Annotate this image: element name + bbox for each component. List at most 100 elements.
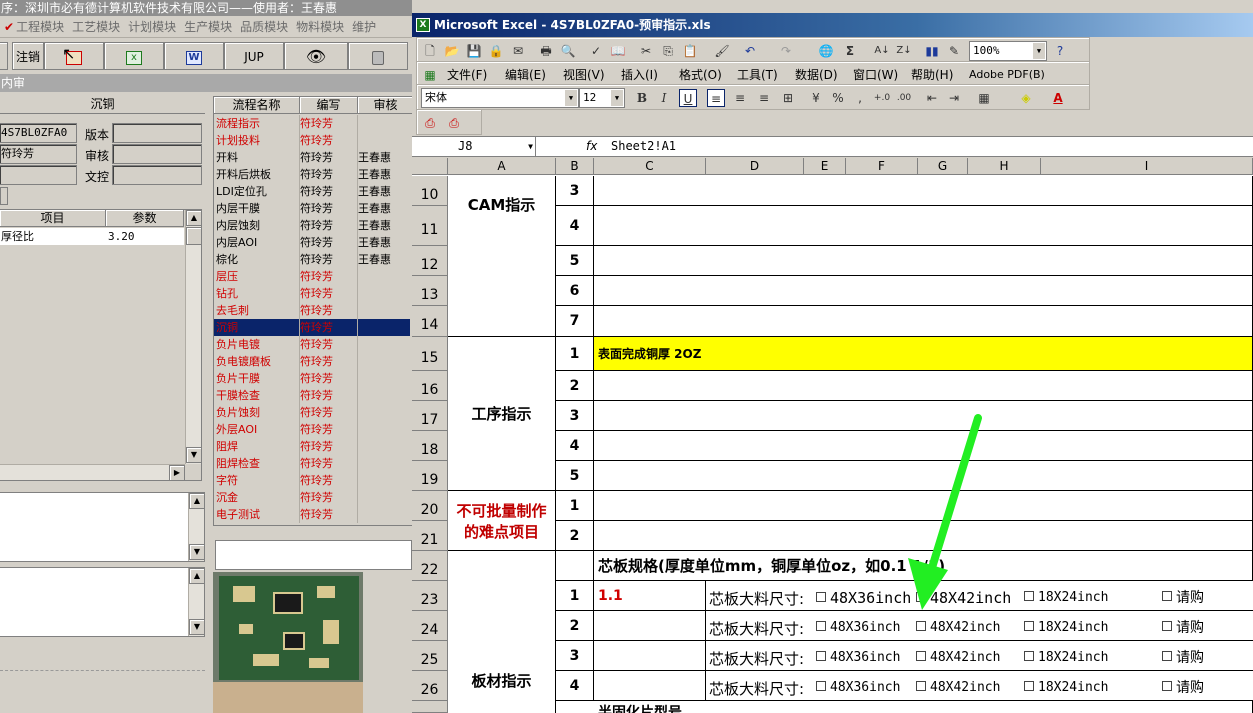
row-header-20[interactable]: 20 [412,491,448,521]
cell-b15[interactable]: 1 [556,337,594,371]
flow-row[interactable]: 阻焊 符玲芳 [214,438,410,455]
flow-row[interactable]: 内层干膜 符玲芳 王春惠 [214,200,410,217]
document-field[interactable] [112,165,202,185]
core-option-2[interactable]: 18X24inch [1024,581,1108,615]
code-field[interactable]: 4S7BL0ZFA0 [0,123,77,143]
cell-b26[interactable]: 4 [556,671,594,701]
notes-panel[interactable]: ▲ ▼ [0,492,205,562]
group-difficult[interactable]: 不可批量制作的难点项目 [448,491,556,551]
flow-row[interactable]: 负片电镀 符玲芳 [214,336,410,353]
pdf-email-icon[interactable]: ⎙ [445,114,463,132]
chart-wizard-icon[interactable]: ▮▮ [923,42,941,60]
cell-b16[interactable]: 2 [556,371,594,401]
group-board[interactable]: 板材指示 [448,551,556,713]
core-option-1[interactable]: 48X42inch [916,641,1000,675]
cell-b25[interactable]: 3 [556,641,594,671]
scroll-down-icon[interactable]: ▼ [189,619,205,635]
logout-button[interactable]: 注销 [12,42,44,70]
core-option-2[interactable]: 18X24inch [1024,671,1108,705]
format-painter-icon[interactable]: 🖌 [713,42,731,60]
align-left-icon[interactable]: ≡ [707,89,725,107]
cell-row11-merged[interactable] [594,206,1253,246]
table-row[interactable]: 厚径比 3.20 [0,228,184,245]
writer-field[interactable]: 符玲芳 [0,144,77,164]
cell-row20-merged[interactable] [594,491,1253,521]
flow-row[interactable]: 干膜检查 符玲芳 [214,387,410,404]
cell-b14[interactable]: 7 [556,306,594,337]
cell-row27[interactable]: 半固化片型号 [594,701,1253,713]
scroll-up-icon[interactable]: ▲ [189,493,205,509]
core-option-3[interactable]: 请购 [1162,641,1204,675]
group-cam[interactable]: CAM指示 [448,176,556,337]
print-preview-icon[interactable]: 🔍 [559,42,577,60]
core-option-1[interactable]: 48X42inch [916,611,1000,645]
flow-header-name[interactable]: 流程名称 [214,97,300,114]
percent-icon[interactable]: % [829,89,847,107]
decrease-indent-icon[interactable]: ⇤ [923,89,941,107]
cell-b18[interactable]: 4 [556,431,594,461]
core-option-1[interactable]: 48X42inch [916,671,1000,705]
core-size-row[interactable]: 芯板大料尺寸: 48X36inch ✓ 48X42inch 18X24inch 请购 [706,581,1253,611]
preview-button[interactable]: 👁 [284,42,348,70]
scroll-down-icon[interactable]: ▼ [186,447,202,463]
flow-row[interactable]: 阻焊检查 符玲芳 [214,455,410,472]
core-option-1[interactable]: ✓ 48X42inch [916,581,1011,615]
core-option-3[interactable]: 请购 [1162,611,1204,645]
cell-row16-merged[interactable] [594,371,1253,401]
cell-b20[interactable]: 1 [556,491,594,521]
flow-header-auditor[interactable]: 审核 [358,97,412,114]
zoom-select[interactable]: 100% ▼ [969,41,1047,61]
row-header-13[interactable]: 13 [412,276,448,306]
remarks-panel[interactable]: ▲ ▼ [0,567,205,637]
notes-scrollbar[interactable]: ▲ ▼ [188,493,205,561]
core-option-2[interactable]: 18X24inch [1024,641,1108,675]
core-option-0[interactable]: 48X36inch [816,641,900,675]
checkbox-icon[interactable] [1024,680,1034,691]
redo-icon[interactable]: ↷ [777,42,795,60]
flow-row[interactable]: 棕化 符玲芳 王春惠 [214,251,410,268]
checkbox-icon[interactable] [1024,590,1034,601]
sort-descending-icon[interactable]: Z↓ [895,42,913,60]
column-header-b[interactable]: B [556,158,594,175]
cell-row22-merged[interactable]: 芯板规格(厚度单位mm，铜厚单位oz，如0.1 1/1) [594,551,1253,581]
checkbox-icon[interactable] [1162,681,1172,691]
undo-icon[interactable]: ↶ [741,42,759,60]
autosum-icon[interactable]: Σ [841,42,859,60]
scroll-up-icon[interactable]: ▲ [189,568,205,584]
copy-icon[interactable]: ⎘ [659,42,677,60]
core-option-0[interactable]: 48X36inch [816,611,900,645]
version-field[interactable] [112,123,202,143]
cell-row14-merged[interactable] [594,306,1253,337]
row-header-21[interactable]: 21 [412,521,448,551]
flow-row[interactable]: 沉铜 符玲芳 [214,319,410,336]
flow-row[interactable]: 沉金 符玲芳 [214,489,410,506]
fx-icon[interactable]: fx [586,137,597,156]
help-icon[interactable]: ? [1051,42,1069,60]
checkbox-icon[interactable] [1162,651,1172,661]
align-center-icon[interactable]: ≡ [731,89,749,107]
flow-row[interactable]: 外层AOI 符玲芳 [214,421,410,438]
fill-color-icon[interactable]: ◈ [1017,89,1035,107]
cell-b24[interactable]: 2 [556,611,594,641]
row-header-10[interactable]: 10 [412,176,448,206]
core-size-row[interactable]: 芯板大料尺寸: 48X36inch 48X42inch 18X24inch 请购 [706,611,1253,641]
core-option-0[interactable]: 48X36inch [816,671,900,705]
cell-b10[interactable]: 3 [556,176,594,206]
menu-engineering[interactable]: 工程模块 [16,16,64,37]
cell-c26[interactable] [594,671,706,701]
menu-process[interactable]: 工艺模块 [72,16,120,37]
flow-note-field[interactable] [215,540,412,570]
row-header-23[interactable]: 23 [412,581,448,611]
flow-row[interactable]: 钻孔 符玲芳 [214,285,410,302]
comma-icon[interactable]: , [851,89,869,107]
font-color-icon[interactable]: A [1049,89,1067,107]
email-icon[interactable]: ✉ [509,42,527,60]
font-size-select[interactable]: 12 ▼ [579,88,625,108]
font-name-select[interactable]: 宋体 ▼ [421,88,579,108]
param-hscrollbar[interactable]: ▶ [0,464,185,481]
row-header-12[interactable]: 12 [412,246,448,276]
spelling-icon[interactable]: ✓ [587,42,605,60]
select-all-corner[interactable] [412,158,448,175]
scroll-thumb[interactable] [186,227,202,245]
column-header-i[interactable]: I [1041,158,1253,175]
